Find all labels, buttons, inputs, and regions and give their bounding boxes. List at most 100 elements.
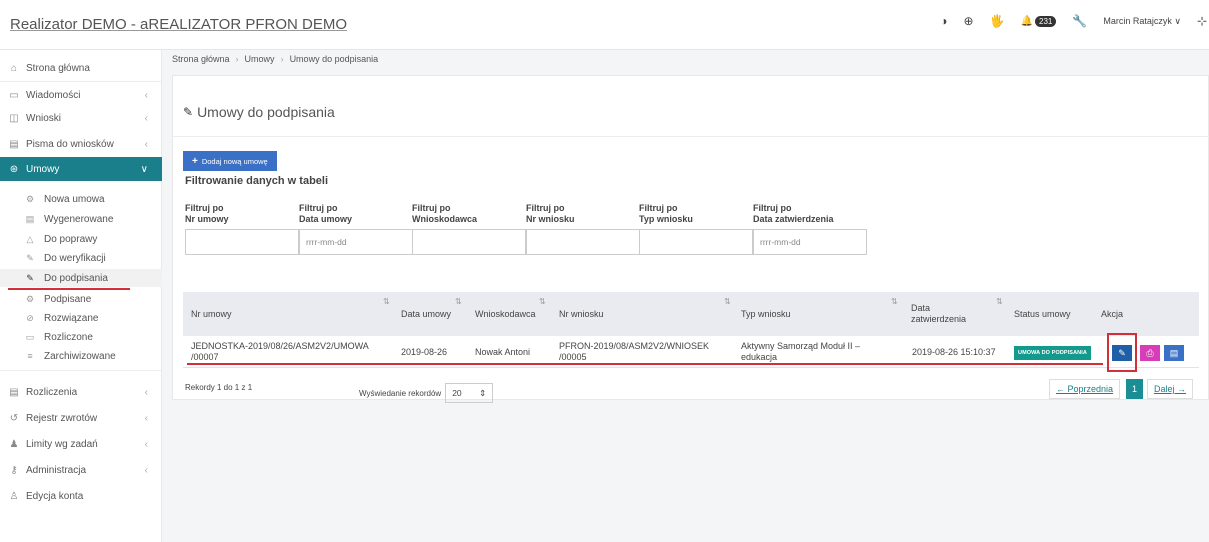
- user-icon: ♙: [9, 490, 19, 502]
- breadcrumb-contracts[interactable]: Umowy: [245, 54, 275, 64]
- filter-contract-number-input[interactable]: [185, 229, 299, 255]
- sidebar-item-account[interactable]: ♙ Edycja konta: [0, 484, 162, 508]
- sidebar-sub-settled[interactable]: ▭ Rozliczone: [0, 328, 162, 346]
- sidebar-item-messages[interactable]: ▭ Wiadomości ‹: [0, 83, 162, 107]
- sidebar-item-administration[interactable]: ⚷ Administracja ‹: [0, 458, 162, 482]
- column-application-number[interactable]: Nr wniosku: [559, 292, 604, 336]
- returns-icon: ↺: [9, 412, 19, 424]
- filter-label: Filtruj po Typ wniosku: [639, 203, 693, 224]
- chevron-left-icon: ‹: [144, 386, 148, 398]
- sidebar-item-label: Pisma do wniosków: [26, 138, 114, 150]
- filter-applicant-input[interactable]: [412, 229, 526, 255]
- sidebar-item-label: Wnioski: [26, 112, 62, 124]
- sort-icon[interactable]: ⇅: [724, 297, 731, 306]
- prev-page-button[interactable]: ← Poprzednia: [1049, 379, 1121, 399]
- records-info: Rekordy 1 do 1 z 1: [185, 383, 253, 392]
- details-icon: ▤: [1169, 347, 1179, 358]
- letters-icon: ▤: [9, 138, 19, 150]
- page-size-control: Wyświedanie rekordów 20 ⇕: [359, 383, 494, 403]
- filter-application-number-input[interactable]: [526, 229, 640, 255]
- column-contract-number[interactable]: Nr umowy: [191, 292, 232, 336]
- sidebar: ⌂ Strona główna ▭ Wiadomości ‹ ◫ Wnioski…: [0, 50, 162, 542]
- print-contract-button[interactable]: ⎙: [1140, 345, 1160, 361]
- sidebar-sub-label: Rozliczone: [44, 331, 93, 343]
- highlight-box: [1107, 333, 1137, 372]
- sidebar-sub-label: Wygenerowane: [44, 213, 114, 225]
- sort-icon[interactable]: ⇅: [996, 297, 1003, 306]
- sidebar-divider: [0, 370, 162, 371]
- sidebar-sub-label: Do podpisania: [44, 272, 108, 284]
- sort-icon[interactable]: ⇅: [383, 297, 390, 306]
- filter-application-number: Filtruj po Nr wniosku: [526, 203, 640, 255]
- pagination: ← Poprzednia 1 Dalej →: [1049, 379, 1194, 399]
- sidebar-sub-label: Nowa umowa: [44, 193, 105, 205]
- sidebar-sub-new-contract[interactable]: ⚙ Nowa umowa: [0, 190, 162, 208]
- breadcrumb-current: Umowy do podpisania: [289, 54, 379, 64]
- contrast-icon[interactable]: ◑: [940, 14, 947, 28]
- column-contract-date[interactable]: Data umowy: [401, 292, 451, 336]
- column-application-type[interactable]: Typ wniosku: [741, 292, 791, 336]
- filter-contract-date-input[interactable]: rrrr-mm-dd: [299, 229, 413, 255]
- column-actions: Akcja: [1101, 309, 1124, 319]
- sidebar-sub-archived[interactable]: ≡ Zarchiwizowane: [0, 347, 162, 365]
- notifications-button[interactable]: 🔔 231: [1021, 15, 1057, 27]
- message-icon: ▭: [9, 89, 19, 101]
- sign-icon[interactable]: 🖐: [990, 14, 1005, 28]
- sidebar-sub-to-sign[interactable]: ✎ Do podpisania: [0, 269, 162, 287]
- sort-icon[interactable]: ⇅: [891, 297, 898, 306]
- sidebar-item-letters[interactable]: ▤ Pisma do wniosków ‹: [0, 132, 162, 156]
- sidebar-item-label: Strona główna: [26, 62, 90, 74]
- sidebar-sub-to-fix[interactable]: △ Do poprawy: [0, 230, 162, 248]
- cell-approval-date: 2019-08-26 15:10:37: [912, 347, 996, 357]
- filter-approval-date-input[interactable]: rrrr-mm-dd: [753, 229, 867, 255]
- details-contract-button[interactable]: ▤: [1164, 345, 1184, 361]
- breadcrumb-home[interactable]: Strona główna: [172, 54, 230, 64]
- filter-title: Filtrowanie danych w tabeli: [185, 175, 329, 187]
- sidebar-sub-generated[interactable]: ▤ Wygenerowane: [0, 210, 162, 228]
- settings-icon[interactable]: ⊹: [1197, 14, 1207, 28]
- sidebar-item-contracts[interactable]: ⊛ Umowy ∨: [0, 157, 162, 181]
- sidebar-item-home[interactable]: ⌂ Strona główna: [0, 56, 162, 80]
- chevron-left-icon: ‹: [144, 89, 148, 101]
- chevron-down-icon: ∨: [140, 163, 148, 175]
- archive-icon: ≡: [27, 351, 33, 361]
- next-page-button[interactable]: Dalej →: [1147, 379, 1194, 399]
- wrench-icon[interactable]: 🔧: [1072, 14, 1087, 28]
- sidebar-sub-label: Zarchiwizowane: [44, 350, 116, 362]
- column-applicant[interactable]: Wnioskodawca: [475, 292, 536, 336]
- sidebar-sub-to-verify[interactable]: ✎ Do weryfikacji: [0, 249, 162, 267]
- sort-icon[interactable]: ⇅: [455, 297, 462, 306]
- user-menu[interactable]: Marcin Ratajczyk ∨: [1103, 16, 1181, 27]
- sidebar-item-label: Edycja konta: [26, 490, 84, 502]
- key-icon: ⚷: [10, 464, 18, 476]
- filter-application-type-input[interactable]: [639, 229, 753, 255]
- sidebar-item-returns[interactable]: ↺ Rejestr zwrotów ‹: [0, 406, 162, 430]
- filter-applicant: Filtruj po Wnioskodawca: [412, 203, 526, 255]
- zoom-icon[interactable]: ⊕: [964, 14, 974, 28]
- sidebar-item-applications[interactable]: ◫ Wnioski ‹: [0, 106, 162, 130]
- gear-icon: ⚙: [25, 293, 35, 304]
- page-title-text: Umowy do podpisania: [197, 104, 335, 120]
- sidebar-item-limits[interactable]: ♟ Limity wg zadań ‹: [0, 432, 162, 456]
- sidebar-sub-signed[interactable]: ⚙ Podpisane: [0, 290, 162, 308]
- page-size-select[interactable]: 20 ⇕: [445, 383, 494, 403]
- add-contract-button[interactable]: + Dodaj nową umowę: [183, 151, 277, 171]
- plus-icon: +: [192, 155, 198, 167]
- sidebar-item-settlements[interactable]: ▤ Rozliczenia ‹: [0, 380, 162, 404]
- sort-icon[interactable]: ⇅: [539, 297, 546, 306]
- sidebar-sub-label: Podpisane: [44, 293, 92, 305]
- sidebar-sub-terminated[interactable]: ⊘ Rozwiązane: [0, 309, 162, 327]
- gear-icon: ⚙: [25, 193, 35, 204]
- cell-contract-number: JEDNOSTKA-2019/08/26/ASM2V2/UMOWA/00007: [191, 341, 369, 362]
- title-divider: [173, 136, 1209, 137]
- print-icon: ⎙: [1146, 347, 1154, 358]
- column-status[interactable]: Status umowy: [1014, 292, 1071, 336]
- current-page[interactable]: 1: [1126, 379, 1144, 399]
- column-approval-date[interactable]: Data zatwierdzenia: [911, 292, 966, 336]
- status-badge: UMOWA DO PODPISANIA: [1014, 346, 1091, 360]
- select-arrow-icon: ⇕: [479, 387, 487, 398]
- highlight-underline: [187, 363, 1103, 365]
- app-title-link[interactable]: Realizator DEMO - aREALIZATOR PFRON DEMO: [10, 16, 347, 33]
- sidebar-item-label: Umowy: [26, 163, 60, 175]
- home-icon: ⌂: [10, 62, 18, 74]
